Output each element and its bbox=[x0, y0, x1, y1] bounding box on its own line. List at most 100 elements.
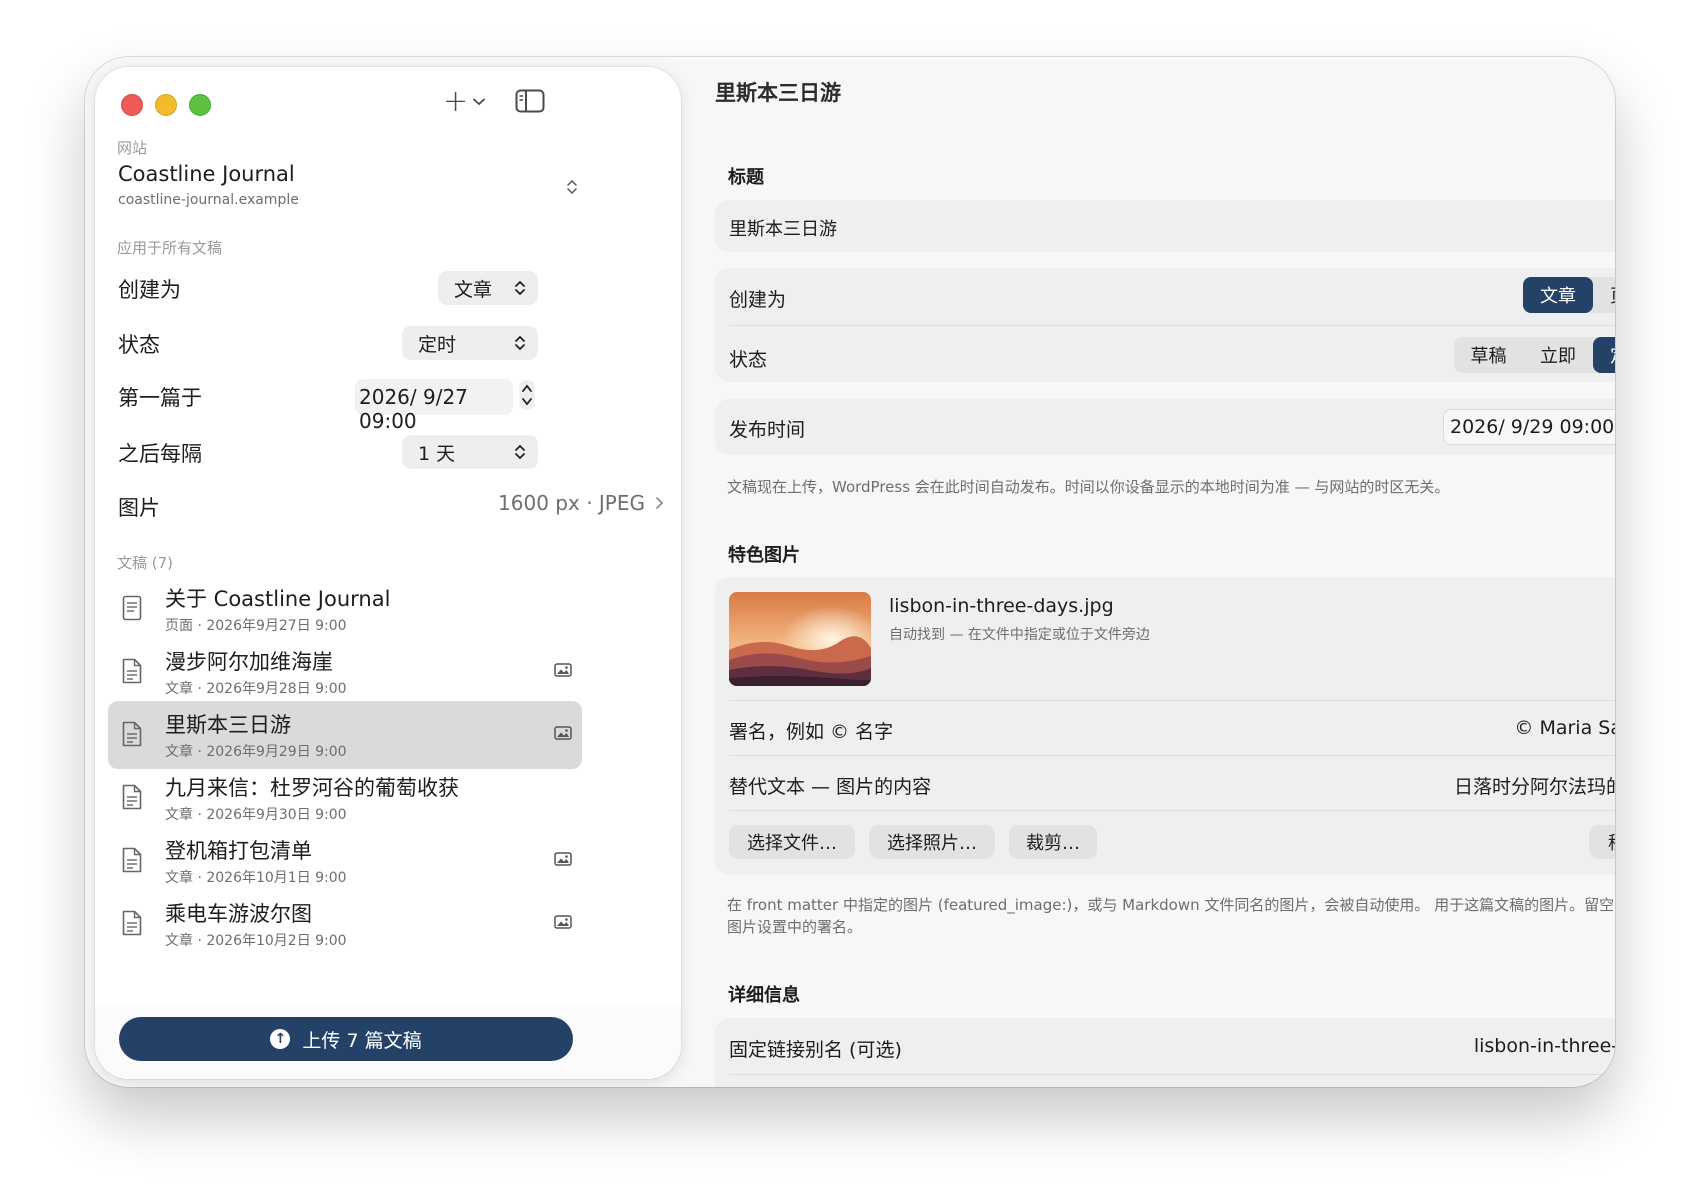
list-item-title: 里斯本三日游 bbox=[165, 713, 291, 737]
photo-icon bbox=[554, 726, 572, 740]
sidebar: + 网站 Coastline Journal coastline-journal… bbox=[95, 67, 681, 1079]
list-item-subtitle: 文章 · 2026年9月30日 9:00 bbox=[165, 807, 347, 823]
chevron-down-icon bbox=[473, 98, 486, 106]
chevron-up-down-icon bbox=[515, 335, 525, 351]
image-filename: lisbon-in-three-days.jpg bbox=[889, 595, 1114, 617]
first-at-value: 2026/ 9/27 09:00 bbox=[359, 385, 468, 433]
list-item[interactable]: 登机箱打包清单 文章 · 2026年10月1日 9:00 bbox=[108, 827, 582, 895]
apply-all-section-label: 应用于所有文稿 bbox=[117, 239, 223, 257]
zoom-window-button[interactable] bbox=[189, 94, 211, 116]
status-label: 状态 bbox=[118, 333, 160, 357]
plus-icon: + bbox=[443, 84, 469, 119]
interval-label: 之后每隔 bbox=[118, 442, 202, 466]
site-url: coastline-journal.example bbox=[118, 192, 299, 208]
image-found-note: 自动找到 — 在文件中指定或位于文件旁边 bbox=[889, 627, 1150, 643]
list-item[interactable]: 里斯本三日游 文章 · 2026年9月29日 9:00 bbox=[108, 701, 582, 769]
credit-label: 署名，例如 © 名字 bbox=[729, 721, 894, 743]
publish-time-value: 2026/ 9/29 09:00 bbox=[1450, 416, 1615, 438]
choose-photo-button[interactable]: 选择照片… bbox=[869, 825, 995, 859]
details-card: 固定链接别名 (可选) lisbon-in-three-days bbox=[715, 1018, 1615, 1087]
featured-image-thumbnail bbox=[729, 592, 871, 686]
segment-scheduled[interactable]: 定时 bbox=[1593, 337, 1615, 373]
site-section-label: 网站 bbox=[117, 139, 148, 157]
status-segmented[interactable]: 草稿 立即 定时 bbox=[1454, 337, 1615, 373]
minimize-window-button[interactable] bbox=[155, 94, 177, 116]
status-value: 定时 bbox=[418, 333, 457, 356]
upload-bar: ↑ 上传 7 篇文稿 bbox=[95, 1005, 681, 1079]
site-picker[interactable]: Coastline Journal coastline-journal.exam… bbox=[105, 159, 581, 215]
upload-button-label: 上传 7 篇文稿 bbox=[302, 1029, 422, 1052]
documents-list: 关于 Coastline Journal 页面 · 2026年9月27日 9:0… bbox=[95, 575, 681, 995]
images-value: 1600 px · JPEG bbox=[498, 491, 645, 515]
details-section-label: 详细信息 bbox=[728, 985, 800, 1006]
sidebar-icon bbox=[515, 89, 545, 113]
credit-field[interactable]: © Maria Santos bbox=[1514, 717, 1615, 739]
list-item-subtitle: 文章 · 2026年10月1日 9:00 bbox=[165, 870, 347, 886]
chevron-up-down-icon bbox=[515, 444, 525, 460]
create-as-segmented[interactable]: 文章 页面 bbox=[1523, 277, 1615, 313]
slug-label: 固定链接别名 (可选) bbox=[729, 1039, 902, 1061]
upload-button[interactable]: ↑ 上传 7 篇文稿 bbox=[119, 1017, 573, 1061]
interval-popup[interactable]: 1 天 bbox=[402, 435, 538, 469]
first-at-label: 第一篇于 bbox=[118, 386, 202, 410]
list-item[interactable]: 乘电车游波尔图 文章 · 2026年10月2日 9:00 bbox=[108, 890, 582, 958]
title-section-label: 标题 bbox=[728, 167, 764, 188]
crop-button[interactable]: 裁剪… bbox=[1009, 825, 1097, 859]
close-window-button[interactable] bbox=[121, 94, 143, 116]
type-status-card: 创建为 文章 页面 状态 草稿 立即 定时 bbox=[715, 268, 1615, 382]
list-item[interactable]: 九月来信：杜罗河谷的葡萄收获 文章 · 2026年9月30日 9:00 bbox=[108, 764, 582, 832]
document-icon bbox=[122, 784, 142, 810]
page-icon bbox=[122, 595, 142, 621]
site-name: Coastline Journal bbox=[118, 162, 295, 186]
publish-time-card: 发布时间 2026/ 9/29 09:00 bbox=[715, 399, 1615, 455]
segment-post[interactable]: 文章 bbox=[1523, 277, 1593, 313]
images-settings-link[interactable]: 1600 px · JPEG bbox=[498, 491, 665, 515]
publish-time-label: 发布时间 bbox=[729, 419, 806, 441]
alt-text-label: 替代文本 — 图片的内容 bbox=[729, 776, 932, 798]
create-as-popup[interactable]: 文章 bbox=[438, 271, 538, 305]
photo-icon bbox=[554, 663, 572, 677]
list-item-title: 关于 Coastline Journal bbox=[165, 587, 391, 611]
create-as-value: 文章 bbox=[454, 278, 493, 301]
page-title: 里斯本三日游 bbox=[715, 81, 841, 105]
document-icon bbox=[122, 658, 142, 684]
first-at-field[interactable]: 2026/ 9/27 09:00 bbox=[355, 379, 513, 433]
add-menu-button[interactable]: + bbox=[443, 84, 486, 119]
divider bbox=[729, 755, 1615, 756]
toggle-sidebar-button[interactable] bbox=[515, 89, 545, 117]
featured-image-section-label: 特色图片 bbox=[728, 545, 800, 566]
app-window: + 网站 Coastline Journal coastline-journal… bbox=[85, 57, 1615, 1087]
publish-time-field[interactable]: 2026/ 9/29 09:00 bbox=[1443, 409, 1615, 445]
list-item-subtitle: 文章 · 2026年10月2日 9:00 bbox=[165, 933, 347, 949]
status-label: 状态 bbox=[729, 349, 768, 371]
publish-help-text: 文稿现在上传，WordPress 会在此时间自动发布。时间以你设备显示的本地时间… bbox=[727, 478, 1450, 496]
create-as-label: 创建为 bbox=[729, 289, 787, 311]
remove-button[interactable]: 移除 bbox=[1589, 825, 1615, 859]
segment-draft[interactable]: 草稿 bbox=[1454, 337, 1523, 373]
chevron-up-down-icon bbox=[515, 280, 525, 296]
interval-value: 1 天 bbox=[418, 442, 456, 465]
alt-text-field[interactable]: 日落时分阿尔法玛的屋顶 bbox=[1454, 772, 1615, 799]
documents-section-label: 文稿 (7) bbox=[117, 554, 174, 572]
segment-page[interactable]: 页面 bbox=[1593, 277, 1615, 313]
document-icon bbox=[122, 910, 142, 936]
title-field-value: 里斯本三日游 bbox=[729, 219, 837, 240]
title-field[interactable]: 里斯本三日游 bbox=[715, 200, 1615, 252]
list-item[interactable]: 关于 Coastline Journal 页面 · 2026年9月27日 9:0… bbox=[108, 575, 582, 643]
list-item-subtitle: 文章 · 2026年9月28日 9:00 bbox=[165, 681, 347, 697]
segment-now[interactable]: 立即 bbox=[1523, 337, 1593, 373]
status-popup[interactable]: 定时 bbox=[402, 326, 538, 360]
create-as-label: 创建为 bbox=[118, 278, 181, 302]
list-item[interactable]: 漫步阿尔加维海崖 文章 · 2026年9月28日 9:00 bbox=[108, 638, 582, 706]
list-item-subtitle: 页面 · 2026年9月27日 9:00 bbox=[165, 618, 347, 634]
upload-arrow-icon: ↑ bbox=[270, 1029, 291, 1049]
featured-image-card: lisbon-in-three-days.jpg 自动找到 — 在文件中指定或位… bbox=[715, 577, 1615, 875]
detail-pane: 里斯本三日游 标题 里斯本三日游 创建为 文章 页面 状态 草稿 立即 定时 发… bbox=[685, 57, 1615, 1087]
photo-icon bbox=[554, 915, 572, 929]
list-item-title: 乘电车游波尔图 bbox=[165, 902, 312, 926]
slug-field[interactable]: lisbon-in-three-days bbox=[1474, 1035, 1615, 1057]
choose-file-button[interactable]: 选择文件… bbox=[729, 825, 855, 859]
document-icon bbox=[122, 847, 142, 873]
stepper-icon[interactable] bbox=[519, 380, 535, 410]
list-item-title: 九月来信：杜罗河谷的葡萄收获 bbox=[165, 776, 459, 800]
